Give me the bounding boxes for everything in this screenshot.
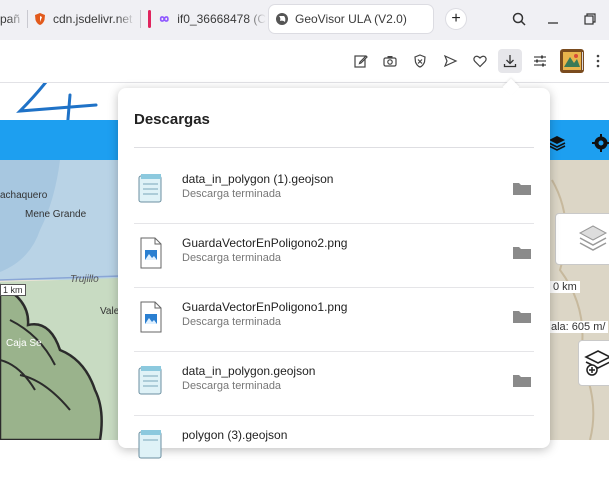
folder-icon[interactable] xyxy=(512,308,532,324)
notepad-file-icon xyxy=(138,174,162,203)
favorites-button[interactable] xyxy=(468,49,492,73)
send-button[interactable] xyxy=(438,49,462,73)
folder-icon[interactable] xyxy=(512,372,532,388)
download-item[interactable]: data_in_polygon.geojson Descarga termina… xyxy=(134,352,534,416)
download-status: Descarga terminada xyxy=(182,380,282,392)
notepad-file-icon xyxy=(138,366,162,395)
map-label-mene-grande: Mene Grande xyxy=(25,209,87,220)
download-icon xyxy=(503,55,517,68)
sliders-icon xyxy=(534,55,546,67)
downloads-panel: Descargas data_in_polygon (1).geojson De… xyxy=(118,78,550,459)
notepad-file-icon xyxy=(138,430,162,459)
download-status: Descarga terminada xyxy=(182,252,282,264)
image-file-icon xyxy=(140,301,162,333)
edit-screenshot-button[interactable] xyxy=(349,49,373,73)
search-tabs-button[interactable] xyxy=(507,8,531,30)
restore-button[interactable] xyxy=(578,8,602,30)
edit-icon xyxy=(354,55,368,68)
tab-if0[interactable]: if0_36668478 (C xyxy=(148,5,266,33)
map-scale-right: 0 km xyxy=(550,281,580,293)
layers-icon xyxy=(548,136,566,151)
download-item[interactable]: data_in_polygon (1).geojson Descarga ter… xyxy=(134,160,534,224)
new-tab-button[interactable]: + xyxy=(446,9,466,29)
map-label-pachaquero: achaquero xyxy=(0,190,48,201)
more-vertical-icon xyxy=(596,54,600,68)
image-file-icon xyxy=(140,237,162,269)
elevation-readout: ala: 605 m/ xyxy=(548,321,609,333)
map-label-caja-seca: Caja Se xyxy=(6,338,42,349)
download-item[interactable]: polygon (3).geojson xyxy=(134,416,534,480)
search-icon xyxy=(512,12,526,26)
download-filename: GuardaVectorEnPoligono1.png xyxy=(182,300,348,314)
globe-icon xyxy=(276,13,288,25)
downloads-button[interactable] xyxy=(498,49,522,73)
screenshot-button[interactable] xyxy=(378,49,402,73)
add-layer-icon xyxy=(584,350,609,376)
folder-icon[interactable] xyxy=(512,244,532,260)
add-layer-button[interactable] xyxy=(578,340,609,386)
navigation-toolbar xyxy=(0,40,609,83)
minimize-button[interactable] xyxy=(541,8,565,30)
minimize-icon xyxy=(548,22,558,24)
shield-icon xyxy=(35,13,45,25)
map-scale-left: 1 km xyxy=(0,284,26,296)
folder-icon[interactable] xyxy=(512,180,532,196)
heart-icon xyxy=(473,55,487,68)
download-status: Descarga terminada xyxy=(182,188,282,200)
map-label-valera: Vale xyxy=(100,306,120,317)
tab-title: GeoVisor ULA (V2.0) xyxy=(295,12,407,26)
send-icon xyxy=(443,54,458,68)
tracking-protection-button[interactable] xyxy=(408,49,432,73)
download-status: Descarga terminada xyxy=(182,316,282,328)
restore-icon xyxy=(584,13,596,25)
infinity-icon xyxy=(159,16,169,22)
basemap-switcher[interactable] xyxy=(555,213,609,265)
avatar-image xyxy=(560,49,584,73)
download-filename: data_in_polygon (1).geojson xyxy=(182,172,334,186)
shield-x-icon xyxy=(414,54,426,68)
extensions-button[interactable] xyxy=(528,49,552,73)
tab-geovisor[interactable]: GeoVisor ULA (V2.0) xyxy=(269,5,433,33)
download-item[interactable]: GuardaVectorEnPoligono2.png Descarga ter… xyxy=(134,224,534,288)
download-filename: GuardaVectorEnPoligono2.png xyxy=(182,236,348,250)
tab-color-indicator xyxy=(148,10,151,28)
tab-pan[interactable]: pañ xyxy=(0,5,26,33)
download-item[interactable]: GuardaVectorEnPoligono1.png Descarga ter… xyxy=(134,288,534,352)
more-menu-button[interactable] xyxy=(590,49,606,73)
tab-cdn-jsdelivr[interactable]: cdn.jsdelivr.net xyxy=(33,5,135,33)
download-filename: data_in_polygon.geojson xyxy=(182,364,316,378)
settings-button[interactable] xyxy=(592,134,609,152)
gear-icon xyxy=(592,134,609,152)
camera-icon xyxy=(383,56,397,67)
downloads-title: Descargas xyxy=(134,111,210,128)
layers-button[interactable] xyxy=(548,135,566,151)
tab-bar: pañ cdn.jsdelivr.net if0_36668478 (C Geo… xyxy=(0,0,609,40)
stack-icon xyxy=(578,225,608,251)
map-label-trujillo: Trujillo xyxy=(70,274,99,285)
